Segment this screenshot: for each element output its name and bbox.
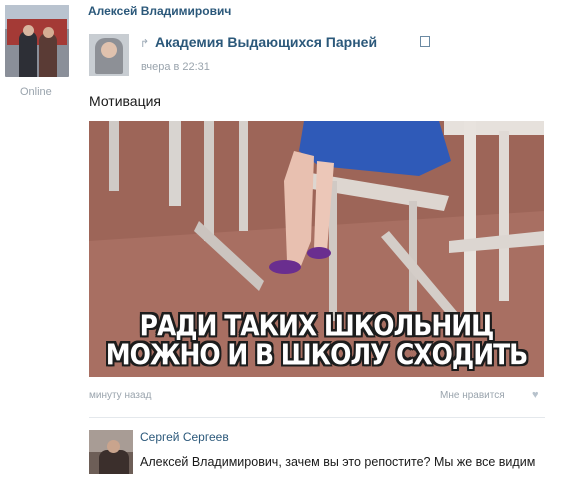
poster-avatar[interactable]	[5, 5, 69, 77]
poster-name-link[interactable]: Алексей Владимирович	[88, 4, 231, 18]
repost-arrow-icon: ↱	[140, 38, 150, 50]
repost-time[interactable]: вчера в 22:31	[141, 61, 210, 73]
heart-icon[interactable]: ♥	[532, 389, 539, 401]
commenter-avatar[interactable]	[89, 430, 133, 474]
divider	[89, 417, 545, 418]
post-time[interactable]: минуту назад	[89, 390, 151, 401]
online-status: Online	[20, 86, 52, 98]
comment-text: Алексей Владимирович, зачем вы это репос…	[140, 455, 536, 469]
like-button-label[interactable]: Мне нравится	[440, 390, 505, 401]
group-name-link[interactable]: Академия Выдающихся Парней	[155, 34, 377, 50]
group-square-icon	[420, 36, 430, 47]
post-text: Мотивация	[89, 93, 162, 109]
photo-caption-line-2: МОЖНО И В ШКОЛУ СХОДИТЬ	[105, 337, 528, 372]
commenter-name-link[interactable]: Сергей Сергеев	[140, 430, 229, 444]
post-photo[interactable]: РАДИ ТАКИХ ШКОЛЬНИЦ МОЖНО И В ШКОЛУ СХОД…	[89, 121, 544, 377]
group-avatar[interactable]	[89, 34, 129, 76]
